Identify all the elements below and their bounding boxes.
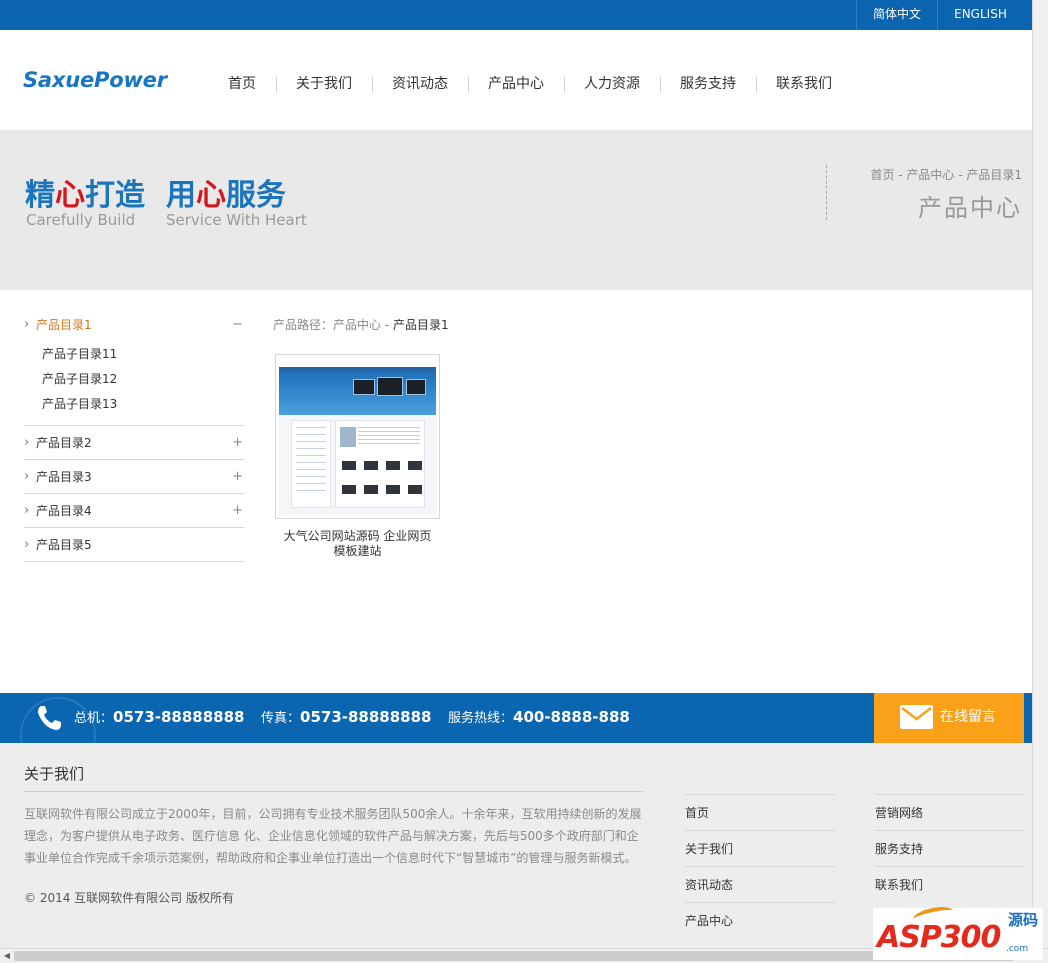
page-banner: 精心打造 用心服务 Carefully Build Service With H… — [0, 130, 1032, 290]
page-title: 产品中心 — [918, 194, 1022, 222]
category-item[interactable]: › 产品目录4 + — [24, 494, 245, 528]
footer-link[interactable]: 关于我们 — [685, 830, 835, 866]
slogan-en-a: Carefully Build — [26, 211, 136, 229]
category-label: 产品目录1 — [36, 318, 92, 332]
category-item-active[interactable]: › 产品目录1 − — [24, 312, 245, 338]
subcategory-item[interactable]: 产品子目录12 — [42, 367, 245, 392]
category-label: 产品目录4 — [36, 504, 92, 518]
breadcrumb[interactable]: 首页 - 产品中心 - 产品目录1 — [870, 166, 1022, 183]
footer-link[interactable]: 资讯动态 — [685, 866, 835, 902]
site-header: SaxuePower 首页 关于我们 资讯动态 产品中心 人力资源 服务支持 联… — [0, 30, 1032, 130]
chevron-right-icon: › — [24, 435, 30, 450]
footer-link[interactable]: 营销网络 — [875, 794, 1025, 830]
top-bar: 简体中文 ENGLISH — [0, 0, 1032, 30]
chevron-right-icon: › — [24, 537, 30, 552]
nav-item-products[interactable]: 产品中心 — [468, 74, 564, 94]
lang-simplified-chinese-link[interactable]: 简体中文 — [856, 0, 937, 30]
contact-bar: 总机：0573-88888888 传真：0573-88888888 服务热线：4… — [0, 693, 1032, 773]
switchboard-number: 总机：0573-88888888 — [74, 708, 245, 726]
footer-about-text: 互联网软件有限公司成立于2000年，目前，公司拥有专业技术服务团队500余人。十… — [24, 807, 642, 865]
product-card[interactable]: 大气公司网站源码 企业网页 模板建站 — [275, 354, 440, 559]
main-nav: 首页 关于我们 资讯动态 产品中心 人力资源 服务支持 联系我们 — [208, 74, 852, 94]
subcategory-item[interactable]: 产品子目录13 — [42, 392, 245, 417]
product-path: 产品路径：产品中心 - 产品目录1 — [273, 318, 449, 332]
website-screenshot-image — [279, 358, 436, 515]
nav-item-hr[interactable]: 人力资源 — [564, 74, 660, 94]
category-label: 产品目录2 — [36, 436, 92, 450]
banner-divider — [826, 165, 827, 220]
lang-english-link[interactable]: ENGLISH — [937, 0, 1023, 30]
nav-item-contact[interactable]: 联系我们 — [756, 74, 852, 94]
slogan-service-with-heart: 用心服务 — [166, 178, 286, 213]
category-item[interactable]: › 产品目录5 — [24, 528, 245, 562]
product-caption[interactable]: 大气公司网站源码 企业网页 模板建站 — [275, 529, 440, 559]
footer-about-title: 关于我们 — [24, 765, 85, 783]
footer-link[interactable]: 产品中心 — [685, 902, 835, 938]
nav-item-about[interactable]: 关于我们 — [276, 74, 372, 94]
slogan-carefully-build: 精心打造 — [25, 178, 145, 213]
mail-icon — [900, 705, 933, 729]
footer-links-col-2: 营销网络 服务支持 联系我们 — [875, 794, 1025, 902]
copyright: © 2014 互联网软件有限公司 版权所有 — [24, 891, 234, 905]
expand-icon[interactable]: + — [232, 426, 243, 460]
chevron-right-icon: › — [24, 469, 30, 484]
nav-item-support[interactable]: 服务支持 — [660, 74, 756, 94]
expand-icon[interactable]: + — [232, 460, 243, 494]
nav-item-home[interactable]: 首页 — [208, 74, 276, 94]
footer-link[interactable]: 联系我们 — [875, 866, 1025, 902]
online-message-button[interactable]: 在线留言 — [874, 693, 1024, 743]
category-sidebar: › 产品目录1 − 产品子目录11 产品子目录12 产品子目录13 › 产品目录… — [24, 312, 245, 562]
subcategory-list: 产品子目录11 产品子目录12 产品子目录13 — [24, 338, 245, 426]
footer-divider — [24, 791, 644, 792]
category-label: 产品目录3 — [36, 470, 92, 484]
scroll-left-arrow-icon[interactable]: ◀ — [0, 949, 14, 963]
category-item[interactable]: › 产品目录3 + — [24, 460, 245, 494]
nav-item-news[interactable]: 资讯动态 — [372, 74, 468, 94]
category-item[interactable]: › 产品目录2 + — [24, 426, 245, 460]
expand-icon[interactable]: + — [232, 494, 243, 528]
collapse-icon[interactable]: − — [232, 312, 243, 338]
footer-link[interactable]: 服务支持 — [875, 830, 1025, 866]
chevron-right-icon: › — [24, 317, 30, 332]
service-hotline: 服务热线：400-8888-888 — [448, 708, 630, 726]
slogan-en-b: Service With Heart — [166, 211, 307, 229]
chevron-right-icon: › — [24, 503, 30, 518]
asp300-watermark-logo: ASP300 源码 .com — [873, 903, 1043, 960]
site-logo[interactable]: SaxuePower — [23, 68, 167, 92]
fax-number: 传真：0573-88888888 — [261, 708, 432, 726]
footer-link[interactable]: 首页 — [685, 794, 835, 830]
category-label: 产品目录5 — [36, 538, 92, 552]
vertical-scrollbar[interactable] — [1032, 0, 1048, 948]
product-thumbnail[interactable] — [275, 354, 440, 519]
scrollbar-thumb[interactable] — [14, 951, 1014, 961]
phone-icon — [34, 703, 64, 733]
subcategory-item[interactable]: 产品子目录11 — [42, 342, 245, 367]
footer-links-col-1: 首页 关于我们 资讯动态 产品中心 — [685, 794, 835, 938]
